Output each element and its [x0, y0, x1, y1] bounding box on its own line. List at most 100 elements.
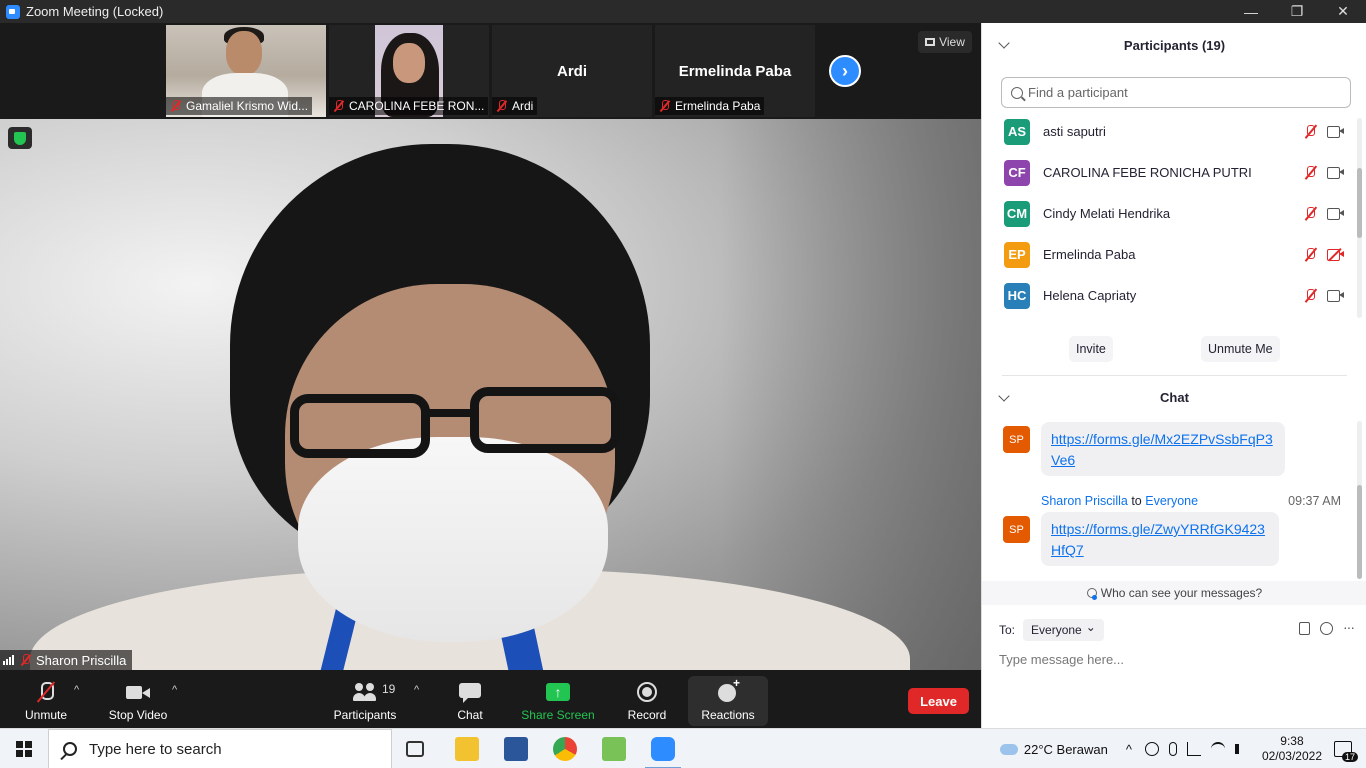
recipient-select[interactable]: Everyone [1023, 619, 1104, 641]
clock[interactable]: 9:38 02/03/2022 [1262, 734, 1322, 764]
thumbnail-name: CAROLINA FEBE RON... [329, 97, 489, 115]
muted-mic-icon [1304, 248, 1316, 262]
who-can-see-messages[interactable]: Who can see your messages? [982, 581, 1366, 605]
participant-row[interactable]: CF CAROLINA FEBE RONICHA PUTRI [982, 152, 1357, 193]
microphone-icon[interactable] [1168, 742, 1177, 756]
thumbnail-big-name: Ardi [557, 63, 587, 80]
emoji-icon[interactable] [1320, 622, 1333, 635]
audio-options-caret[interactable]: ^ [74, 684, 79, 696]
volume-icon[interactable] [1234, 744, 1249, 754]
android-studio-icon[interactable] [602, 737, 626, 761]
side-panel: Participants (19) AS asti saputri CF CAR… [981, 23, 1366, 728]
network-globe-icon[interactable] [1144, 742, 1159, 756]
muted-mic-icon [20, 654, 31, 666]
wifi-icon[interactable] [1210, 742, 1225, 756]
unmute-me-button[interactable]: Unmute Me [1201, 336, 1280, 362]
record-icon [635, 682, 659, 704]
participant-thumbnail[interactable]: Ermelinda Paba Ermelinda Paba [655, 25, 815, 117]
chat-message-link[interactable]: https://forms.gle/Mx2EZPvSsbFqP3Ve6 [1041, 422, 1285, 476]
camera-icon [1327, 208, 1345, 220]
more-icon[interactable]: ··· [1343, 620, 1355, 635]
title-bar: Zoom Meeting (Locked) — ❐ ✕ [0, 0, 1366, 23]
muted-mic-icon [1304, 166, 1316, 180]
file-icon[interactable] [1299, 622, 1310, 635]
minimize-button[interactable]: — [1228, 0, 1274, 23]
chat-header: Chat [982, 381, 1366, 413]
avatar: AS [1004, 118, 1030, 145]
notifications-icon[interactable]: 17 [1334, 741, 1358, 762]
encryption-shield-icon[interactable] [8, 127, 32, 149]
chrome-icon[interactable] [553, 737, 577, 761]
invite-button[interactable]: Invite [1069, 336, 1113, 362]
window-controls: — ❐ ✕ [1228, 0, 1366, 23]
task-view-icon[interactable] [406, 741, 424, 757]
chat-button[interactable]: Chat [452, 674, 488, 726]
word-icon[interactable] [504, 737, 528, 761]
meeting-area: Gamaliel Krismo Wid... CAROLINA FEBE RON… [0, 23, 981, 728]
participant-actions: Invite Unmute Me [982, 336, 1366, 362]
muted-mic-icon [333, 100, 344, 112]
record-button[interactable]: Record [626, 674, 668, 726]
participant-row[interactable]: EP Ermelinda Paba [982, 234, 1357, 275]
participant-thumbnail[interactable]: CAROLINA FEBE RON... [329, 25, 489, 117]
participants-header: Participants (19) [982, 23, 1366, 67]
tray-chevron-icon[interactable]: ^ [1126, 742, 1132, 757]
participant-name: Ermelinda Paba [1043, 247, 1136, 262]
collapse-participants-chevron-icon[interactable] [998, 37, 1010, 49]
muted-mic-icon [170, 100, 181, 112]
participant-list: AS asti saputri CF CAROLINA FEBE RONICHA… [982, 111, 1357, 316]
avatar: HC [1004, 282, 1030, 309]
camera-icon [1327, 126, 1345, 138]
sender-name[interactable]: Sharon Priscilla [1041, 494, 1128, 508]
camera-off-icon [1327, 247, 1345, 262]
participant-name: Helena Capriaty [1043, 288, 1137, 303]
chat-title: Chat [1160, 389, 1189, 405]
windows-start-icon[interactable] [16, 741, 32, 757]
speaker-name-label: Sharon Priscilla [0, 650, 133, 670]
participants-scrollbar[interactable] [1357, 118, 1362, 318]
recipient-name: Everyone [1145, 494, 1199, 508]
meeting-toolbar: Unmute ^ Stop Video ^ Participants 19 ^ … [0, 670, 981, 728]
avatar: CM [1004, 200, 1030, 227]
zoom-logo-icon [6, 4, 20, 19]
participant-row[interactable]: AS asti saputri [982, 111, 1357, 152]
zoom-app-icon[interactable] [645, 737, 681, 768]
chat-recipient-row: To: Everyone ··· [999, 619, 1355, 641]
participant-name: CAROLINA FEBE RONICHA PUTRI [1043, 165, 1252, 180]
participant-name: asti saputri [1043, 124, 1106, 139]
participant-search-input[interactable] [1028, 85, 1328, 100]
view-button[interactable]: View [918, 31, 972, 53]
participants-title: Participants (19) [1123, 37, 1226, 53]
share-screen-icon [546, 682, 570, 704]
share-screen-button[interactable]: Share Screen [520, 674, 596, 726]
weather-text[interactable]: 22°C Berawan [1024, 742, 1108, 757]
chat-message-input[interactable] [999, 648, 1354, 670]
close-button[interactable]: ✕ [1320, 0, 1366, 23]
participants-options-caret[interactable]: ^ [414, 684, 419, 696]
participant-name: Cindy Melati Hendrika [1043, 206, 1171, 221]
participant-thumbnail[interactable]: Gamaliel Krismo Wid... [166, 25, 326, 117]
leave-button[interactable]: Leave [908, 688, 969, 714]
person-icon [1086, 588, 1097, 600]
thumbnail-name: Ermelinda Paba [655, 97, 765, 115]
participant-thumbnail[interactable]: Ardi Ardi [492, 25, 652, 117]
battery-icon[interactable] [1186, 742, 1201, 756]
stop-video-button[interactable]: Stop Video [106, 674, 170, 726]
taskbar-search-input[interactable] [89, 740, 369, 758]
chat-scrollbar[interactable] [1357, 421, 1362, 579]
unmute-button[interactable]: Unmute [22, 674, 70, 726]
next-page-button[interactable]: › [829, 55, 861, 87]
message-time: 09:37 AM [1288, 494, 1341, 508]
participant-row[interactable]: CM Cindy Melati Hendrika [982, 193, 1357, 234]
collapse-chat-chevron-icon[interactable] [998, 390, 1010, 402]
reactions-button[interactable]: Reactions [700, 674, 756, 726]
chat-message-link[interactable]: https://forms.gle/ZwyYRRfGK9423HfQ7 [1041, 512, 1279, 566]
reactions-icon [716, 676, 740, 704]
file-explorer-icon[interactable] [455, 737, 479, 761]
participant-row[interactable]: HC Helena Capriaty [982, 275, 1357, 316]
chat-message-meta: Sharon Priscilla to Everyone 09:37 AM [1041, 494, 1341, 508]
taskbar-search [48, 729, 392, 768]
restore-button[interactable]: ❐ [1274, 0, 1320, 23]
muted-mic-icon [496, 100, 507, 112]
video-options-caret[interactable]: ^ [172, 684, 177, 696]
